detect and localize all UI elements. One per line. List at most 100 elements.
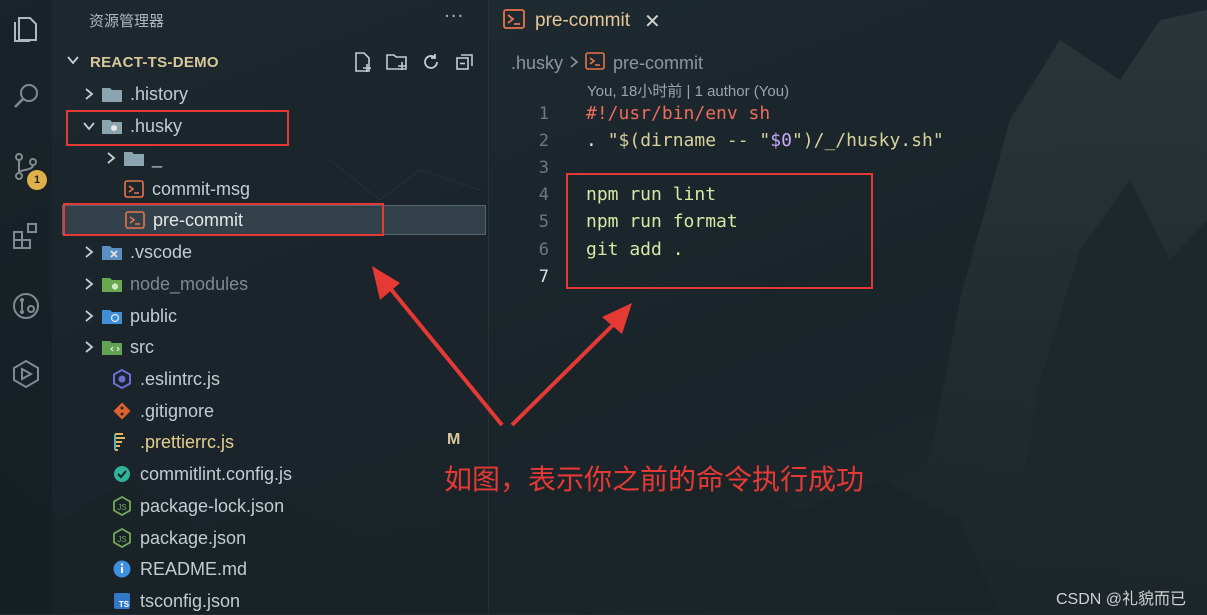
editor-area: pre-commit ✕ .husky pre-commit You, 18小时… [489, 0, 1207, 614]
src-folder-icon [100, 336, 124, 358]
remote-explorer-icon[interactable] [8, 356, 44, 392]
eslint-icon [110, 368, 134, 390]
more-actions-button[interactable]: ··· [444, 6, 464, 27]
tree-folder-node-modules[interactable]: node_modules [78, 270, 248, 298]
tree-item-label: .vscode [130, 241, 193, 262]
svg-text:JS: JS [117, 503, 126, 512]
line-number: 5 [538, 211, 549, 232]
tree-item-label: README.md [140, 558, 248, 579]
svg-text:JS: JS [117, 535, 126, 544]
tree-item-label: node_modules [130, 273, 249, 294]
highlight-box-commands [566, 173, 873, 289]
tree-folder-vscode[interactable]: .vscode [78, 238, 192, 266]
tree-file-package[interactable]: JS package.json [110, 524, 246, 552]
tree-item-label: public [130, 305, 178, 326]
svg-text:TS: TS [119, 600, 130, 609]
folder-icon [122, 147, 146, 169]
tree-item-label: .gitignore [140, 400, 215, 421]
tree-file-gitignore[interactable]: .gitignore [110, 397, 214, 425]
breadcrumb: .husky pre-commit [511, 52, 703, 75]
nodejs-icon: JS [110, 527, 134, 549]
watermark: CSDN @礼貌而已 [1056, 591, 1187, 608]
shell-file-icon [585, 52, 605, 75]
tab-bar: pre-commit ✕ [489, 0, 1207, 42]
chevron-right-icon [569, 53, 579, 74]
tree-folder-underscore[interactable]: _ [100, 144, 162, 172]
chevron-right-icon [100, 151, 122, 165]
chevron-right-icon [78, 340, 100, 354]
tree-folder-src[interactable]: src [78, 333, 154, 361]
folder-icon [100, 83, 124, 105]
collapse-all-icon[interactable] [452, 50, 478, 74]
tree-file-package-lock[interactable]: JS package-lock.json [110, 492, 284, 520]
tree-item-label: .prettierrc.js [140, 431, 235, 452]
explorer-sidebar: 资源管理器 ··· REACT-TS-DEMO .history .husky … [52, 0, 489, 614]
new-folder-icon[interactable] [384, 50, 410, 74]
highlight-box-pre-commit [63, 203, 384, 236]
explorer-toolbar [350, 50, 478, 74]
new-file-icon[interactable] [350, 50, 376, 74]
chevron-right-icon [78, 87, 100, 101]
chevron-down-icon [66, 53, 84, 71]
tab-pre-commit[interactable]: pre-commit ✕ [489, 0, 675, 42]
breadcrumb-file[interactable]: pre-commit [613, 53, 703, 74]
code-line-1[interactable]: 1 #!/usr/bin/env sh [489, 100, 1207, 127]
explorer-title: 资源管理器 [89, 13, 165, 30]
close-icon[interactable]: ✕ [644, 9, 661, 33]
line-number: 7 [538, 266, 549, 287]
tree-item-label: .history [130, 83, 189, 104]
annotation-text: 如图，表示你之前的命令执行成功 [444, 463, 865, 496]
tree-file-commit-msg[interactable]: commit-msg [122, 175, 250, 203]
git-graph-icon[interactable] [8, 288, 44, 324]
shell-file-icon [503, 9, 525, 33]
tree-item-label: src [130, 336, 154, 357]
tree-file-tsconfig[interactable]: TS tsconfig.json [110, 587, 240, 615]
git-blame-annotation[interactable]: You, 18小时前 | 1 author (You) [587, 80, 789, 101]
shell-file-icon [122, 178, 146, 200]
typescript-config-icon: TS [110, 590, 134, 612]
tree-item-label: commit-msg [152, 178, 250, 199]
tree-item-label: package.json [140, 527, 247, 548]
line-number: 6 [538, 239, 549, 260]
tree-file-commitlint[interactable]: commitlint.config.js [110, 460, 292, 488]
refresh-icon[interactable] [418, 50, 444, 74]
search-icon[interactable] [8, 78, 44, 114]
tree-file-prettierrc[interactable]: .prettierrc.js [110, 428, 234, 456]
public-folder-icon [100, 305, 124, 327]
chevron-right-icon [78, 309, 100, 323]
project-header[interactable]: REACT-TS-DEMO [66, 50, 219, 74]
highlight-box-husky [66, 110, 289, 146]
git-icon [110, 400, 134, 422]
tree-item-label: _ [152, 147, 163, 168]
prettier-icon [110, 431, 134, 453]
info-icon [110, 558, 134, 580]
extensions-icon[interactable] [8, 218, 44, 254]
node-folder-icon [100, 273, 124, 295]
nodejs-icon: JS [110, 495, 134, 517]
vscode-folder-icon [100, 241, 124, 263]
tree-file-eslintrc[interactable]: .eslintrc.js [110, 365, 220, 393]
tree-folder-history[interactable]: .history [78, 80, 188, 108]
line-number: 2 [538, 130, 549, 151]
line-number: 3 [538, 157, 549, 178]
chevron-right-icon [78, 245, 100, 259]
tree-item-label: commitlint.config.js [140, 463, 293, 484]
modified-badge: M [447, 431, 461, 448]
project-title: REACT-TS-DEMO [90, 53, 219, 71]
chevron-right-icon [78, 277, 100, 291]
tree-item-label: package-lock.json [140, 495, 285, 516]
tree-folder-public[interactable]: public [78, 302, 177, 330]
tree-file-readme[interactable]: README.md [110, 555, 247, 583]
explorer-icon[interactable] [8, 10, 44, 46]
activity-bar: 1 [0, 0, 52, 614]
code-line-2[interactable]: 2 . "$(dirname -- "$0")/_/husky.sh" [489, 127, 1207, 154]
scm-count-badge: 1 [27, 170, 47, 190]
tab-label: pre-commit [535, 10, 631, 31]
tree-item-label: .eslintrc.js [140, 368, 221, 389]
breadcrumb-folder[interactable]: .husky [511, 53, 563, 74]
commitlint-icon [110, 463, 134, 485]
code-text: #!/usr/bin/env sh [586, 103, 771, 124]
line-number: 4 [538, 184, 549, 205]
line-number: 1 [538, 103, 549, 124]
code-text: . "$(dirname -- "$0")/_/husky.sh" [586, 130, 944, 151]
